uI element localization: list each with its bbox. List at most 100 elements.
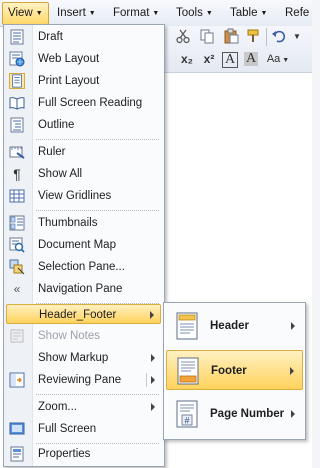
menu-item-zoom[interactable]: Zoom... xyxy=(6,397,161,417)
submenu-arrow-icon xyxy=(291,410,295,418)
menu-item-label: Header_Footer xyxy=(39,309,117,321)
menu-item-draft[interactable]: Draft xyxy=(6,27,161,47)
menu-item-label: Zoom... xyxy=(38,401,77,413)
menu-item-label: Selection Pane... xyxy=(38,261,125,273)
menu-view[interactable]: View ▼ xyxy=(2,2,49,25)
toolbar-separator xyxy=(266,28,267,46)
menu-item-label: Full Screen xyxy=(38,423,97,435)
header-icon xyxy=(176,312,198,340)
dropdown-arrow-icon: ▼ xyxy=(205,10,213,17)
properties-icon xyxy=(9,446,25,462)
menu-tools[interactable]: Tools ▼ xyxy=(176,4,213,22)
reviewing-pane-icon xyxy=(9,372,25,388)
cut-icon[interactable] xyxy=(174,28,192,46)
menu-item-ruler[interactable]: Ruler xyxy=(6,142,161,162)
paste-icon[interactable] xyxy=(222,28,240,46)
menu-table[interactable]: Table ▼ xyxy=(230,4,267,22)
undo-icon[interactable] xyxy=(270,28,288,46)
toolbar: ▼ x₂ x² A A Aa ▼ xyxy=(160,26,312,73)
submenu-arrow-icon xyxy=(150,311,154,319)
submenu-arrow-icon xyxy=(151,403,155,411)
menu-item-label: Reviewing Pane xyxy=(38,374,122,386)
character-shading-button[interactable]: A xyxy=(244,52,258,66)
footer-icon xyxy=(177,357,199,385)
menu-item-label: Web Layout xyxy=(38,53,100,65)
menu-references-label: Refe xyxy=(285,7,310,19)
submenu-item-label: Footer xyxy=(211,365,247,377)
menu-item-label: Show All xyxy=(38,168,83,180)
print-layout-icon xyxy=(9,73,25,89)
split-button-divider xyxy=(146,373,147,387)
page-number-glyph: # xyxy=(184,416,189,426)
submenu-arrow-icon xyxy=(151,354,155,362)
menu-format[interactable]: Format ▼ xyxy=(113,4,159,22)
menu-item-properties[interactable]: Properties xyxy=(6,444,161,464)
submenu-arrow-icon xyxy=(291,322,295,330)
menu-view-label: View xyxy=(8,7,33,19)
web-layout-icon xyxy=(9,51,25,67)
submenu-item-page-number[interactable]: # Page Number xyxy=(166,394,303,434)
selection-pane-icon xyxy=(9,259,25,275)
word-window: View ▼ Insert ▼ Format ▼ Tools ▼ Table ▼ Refe xyxy=(0,0,312,468)
format-painter-icon[interactable] xyxy=(244,28,262,46)
menu-item-full-screen[interactable]: Full Screen xyxy=(6,419,161,439)
menu-insert-label: Insert xyxy=(57,7,86,19)
menu-item-label: Properties xyxy=(38,448,91,460)
menu-bar: View ▼ Insert ▼ Format ▼ Tools ▼ Table ▼ Refe xyxy=(0,0,312,27)
menu-item-label: Show Notes xyxy=(38,330,101,342)
menu-item-web-layout[interactable]: Web Layout xyxy=(6,49,161,69)
menu-references[interactable]: Refe xyxy=(285,4,309,22)
menu-item-label: Draft xyxy=(38,31,63,43)
menu-item-label: Show Markup xyxy=(38,352,109,364)
menu-item-print-layout[interactable]: Print Layout xyxy=(6,71,161,91)
menu-item-navigation-pane[interactable]: « Navigation Pane xyxy=(6,279,161,299)
submenu-item-label: Page Number xyxy=(210,408,285,420)
menu-item-label: Full Screen Reading xyxy=(38,97,143,109)
menu-separator xyxy=(36,394,159,395)
menu-item-header-footer[interactable]: Header_Footer xyxy=(6,304,161,324)
menu-insert[interactable]: Insert ▼ xyxy=(57,4,96,22)
gridlines-icon xyxy=(9,188,25,204)
view-menu: Draft Web Layout Print Layout Full Scree… xyxy=(3,24,165,467)
full-screen-reading-icon xyxy=(9,95,25,111)
navigation-pane-icon: « xyxy=(13,282,21,296)
menu-item-full-screen-reading[interactable]: Full Screen Reading xyxy=(6,93,161,113)
menu-item-selection-pane[interactable]: Selection Pane... xyxy=(6,257,161,277)
menu-item-show-all[interactable]: ¶ Show All xyxy=(6,164,161,184)
submenu-item-header[interactable]: Header xyxy=(166,306,303,346)
menu-item-label: Ruler xyxy=(38,146,66,158)
menu-item-outline[interactable]: Outline xyxy=(6,115,161,135)
show-notes-icon xyxy=(9,328,25,344)
change-case-button[interactable]: Aa ▼ xyxy=(264,50,292,68)
copy-icon[interactable] xyxy=(198,28,216,46)
superscript-button[interactable]: x² xyxy=(200,50,218,68)
menu-item-reviewing-pane[interactable]: Reviewing Pane xyxy=(6,370,161,390)
menu-item-label: View Gridlines xyxy=(38,190,112,202)
menu-format-label: Format xyxy=(113,7,150,19)
full-screen-icon xyxy=(9,421,25,437)
submenu-item-footer[interactable]: Footer xyxy=(166,350,303,390)
dropdown-arrow-icon: ▼ xyxy=(35,10,43,17)
menu-item-label: Document Map xyxy=(38,239,116,251)
menu-item-show-markup[interactable]: Show Markup xyxy=(6,348,161,368)
menu-item-label: Outline xyxy=(38,119,75,131)
subscript-button[interactable]: x₂ xyxy=(178,50,196,68)
dropdown-arrow-icon[interactable]: ▼ xyxy=(288,28,306,46)
menu-separator xyxy=(36,139,159,140)
submenu-arrow-icon[interactable] xyxy=(151,376,155,384)
outline-icon xyxy=(9,117,25,133)
menu-item-document-map[interactable]: Document Map xyxy=(6,235,161,255)
dropdown-arrow-icon: ▼ xyxy=(88,10,96,17)
header-footer-submenu: Header Footer # Page Number xyxy=(163,302,306,440)
dropdown-arrow-icon: ▼ xyxy=(260,10,268,17)
document-map-icon xyxy=(9,237,25,253)
menu-item-thumbnails[interactable]: Thumbnails xyxy=(6,213,161,233)
page-number-icon: # xyxy=(176,400,198,428)
menu-item-view-gridlines[interactable]: View Gridlines xyxy=(6,186,161,206)
menu-item-label: Print Layout xyxy=(38,75,100,87)
menu-separator xyxy=(36,210,159,211)
menu-tools-label: Tools xyxy=(176,7,203,19)
submenu-item-label: Header xyxy=(210,320,249,332)
character-border-button[interactable]: A xyxy=(222,52,238,68)
menu-table-label: Table xyxy=(230,7,258,19)
